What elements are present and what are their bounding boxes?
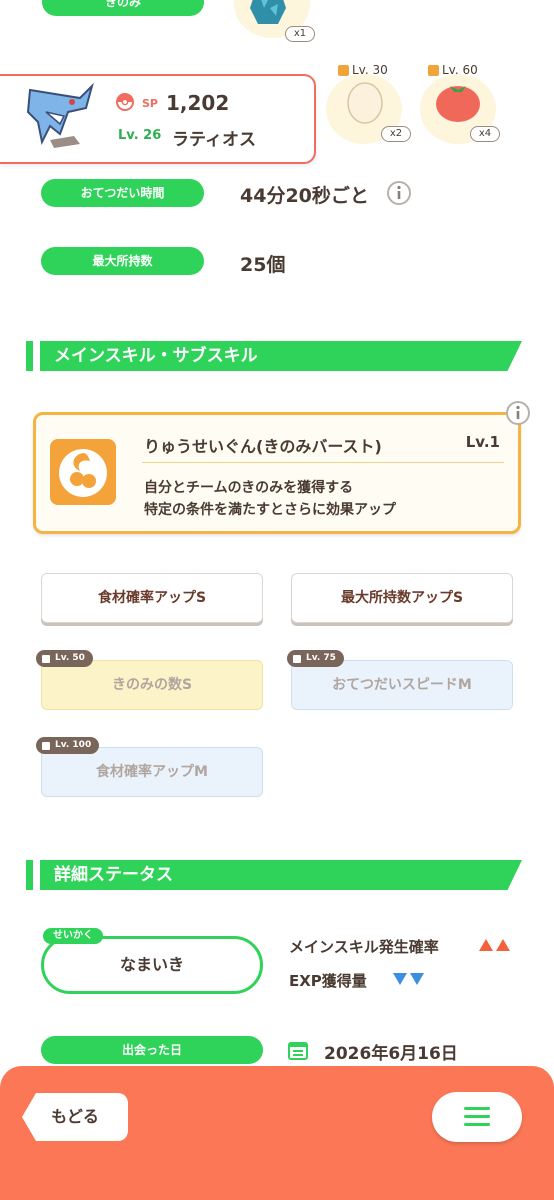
tomato-icon xyxy=(436,86,480,122)
sub-skill-lock-tag-lv100: Lv. 100 xyxy=(36,737,100,754)
lock-icon xyxy=(42,654,50,663)
main-skill-desc-line1: 自分とチームのきのみを獲得する xyxy=(144,480,354,496)
details-section-title: 詳細ステータス xyxy=(54,865,173,885)
sub-skill-ingredient-finder-m[interactable]: 食材確率アップM xyxy=(41,747,263,797)
berry-burst-skill-icon xyxy=(50,439,116,505)
berry-label-pill: きのみ xyxy=(42,0,204,16)
down-arrows-icon xyxy=(393,973,424,985)
max-carry-label-pill: 最大所持数 xyxy=(41,247,204,275)
lock-icon xyxy=(338,64,349,76)
skills-section-title: メインスキル・サブスキル xyxy=(54,346,258,366)
main-skill-desc-line2: 特定の条件を満たすとさらに効果アップ xyxy=(144,502,396,518)
up-arrows-icon xyxy=(479,939,510,951)
nature-up-stat: メインスキル発生確率 xyxy=(289,938,439,956)
ingredient-lock-level-2: Lv. 60 xyxy=(428,63,478,77)
lock-icon xyxy=(428,64,439,76)
met-date-value: 2026年6月16日 xyxy=(324,1044,458,1064)
section-edge xyxy=(26,341,33,371)
berry-icon xyxy=(250,0,286,24)
calendar-icon xyxy=(288,1042,308,1060)
nature-down-stat: EXP獲得量 xyxy=(289,972,367,990)
sp-label: SP xyxy=(142,97,158,110)
sub-skill-helping-speed-m[interactable]: おてつだいスピードM xyxy=(291,660,513,710)
main-skill-name: りゅうせいぐん(きのみバースト) xyxy=(144,437,382,456)
main-skill-level: Lv.1 xyxy=(465,433,500,451)
main-skill-card[interactable]: りゅうせいぐん(きのみバースト) Lv.1 自分とチームのきのみを獲得する 特定… xyxy=(33,412,521,534)
max-carry-value: 25個 xyxy=(240,254,286,276)
back-button[interactable]: もどる xyxy=(22,1093,128,1141)
berry-count-badge: x1 xyxy=(285,26,315,42)
info-icon[interactable] xyxy=(386,180,412,206)
pokemon-sprite-icon xyxy=(26,82,94,148)
nature-tag: せいかく xyxy=(43,928,103,944)
details-section-header: 詳細ステータス xyxy=(26,860,522,890)
section-edge xyxy=(26,860,33,890)
sub-skill-lock-tag-lv75: Lv. 75 xyxy=(287,650,344,667)
ingredient-lock-level-1: Lv. 30 xyxy=(338,63,388,77)
pokemon-name: ラティオス xyxy=(172,130,256,150)
lock-icon xyxy=(42,741,50,750)
pokemon-card[interactable]: SP 1,202 Lv. 26 ラティオス xyxy=(0,74,316,164)
berry-label: きのみ xyxy=(104,0,141,9)
menu-button[interactable] xyxy=(432,1092,522,1142)
met-date-label-pill: 出会った日 xyxy=(41,1036,263,1064)
skill-info-icon[interactable] xyxy=(505,400,531,426)
sub-skill-lock-tag-lv50: Lv. 50 xyxy=(36,650,93,667)
lock-icon xyxy=(293,654,301,663)
sp-ball-icon xyxy=(116,93,134,111)
sub-skill-ingredient-finder-s[interactable]: 食材確率アップS xyxy=(41,573,263,623)
ingredient-count-badge-1: x2 xyxy=(381,126,411,142)
sp-value: 1,202 xyxy=(166,91,230,115)
nature-value: なまいき xyxy=(119,955,184,974)
sub-skill-berry-finding-s[interactable]: きのみの数S xyxy=(41,660,263,710)
help-time-label-pill: おてつだい時間 xyxy=(41,179,204,207)
help-time-value: 44分20秒ごと xyxy=(240,185,369,207)
pokemon-level: Lv. 26 xyxy=(118,128,162,143)
sub-skill-inventory-up-s[interactable]: 最大所持数アップS xyxy=(291,573,513,623)
main-skill-divider xyxy=(142,462,504,463)
skills-section-header: メインスキル・サブスキル xyxy=(26,341,522,371)
ingredient-count-badge-2: x4 xyxy=(470,126,500,142)
egg-icon xyxy=(347,82,383,124)
nature-box[interactable]: なまいき xyxy=(41,936,263,994)
